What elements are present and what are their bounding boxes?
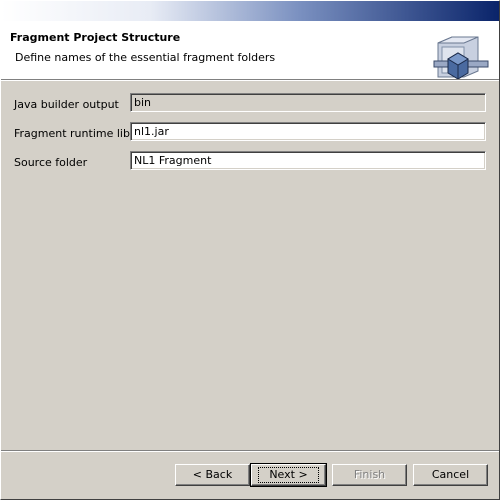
runtime-library-field[interactable] xyxy=(130,122,486,141)
fragment-wizard-icon xyxy=(432,33,490,85)
builder-output-field[interactable] xyxy=(130,93,486,112)
title-bar[interactable] xyxy=(1,1,499,21)
cancel-button-label: Cancel xyxy=(431,468,470,481)
back-button[interactable]: < Back xyxy=(175,464,250,486)
wizard-banner: Fragment Project Structure Define names … xyxy=(1,21,499,80)
banner-separator xyxy=(1,79,499,81)
page-description: Define names of the essential fragment f… xyxy=(15,51,276,64)
source-folder-field[interactable] xyxy=(130,151,486,170)
next-button-label: Next > xyxy=(269,468,308,481)
back-button-label: < Back xyxy=(192,468,233,481)
button-separator xyxy=(1,450,499,452)
page-title: Fragment Project Structure xyxy=(10,31,181,44)
wizard-dialog: Fragment Project Structure Define names … xyxy=(0,0,500,500)
builder-output-label: Java builder output xyxy=(14,98,119,111)
finish-button[interactable]: Finish xyxy=(332,464,407,486)
next-button[interactable]: Next > xyxy=(250,463,327,487)
finish-button-label: Finish xyxy=(353,468,386,481)
cancel-button[interactable]: Cancel xyxy=(413,464,488,486)
source-folder-label: Source folder xyxy=(14,156,88,169)
